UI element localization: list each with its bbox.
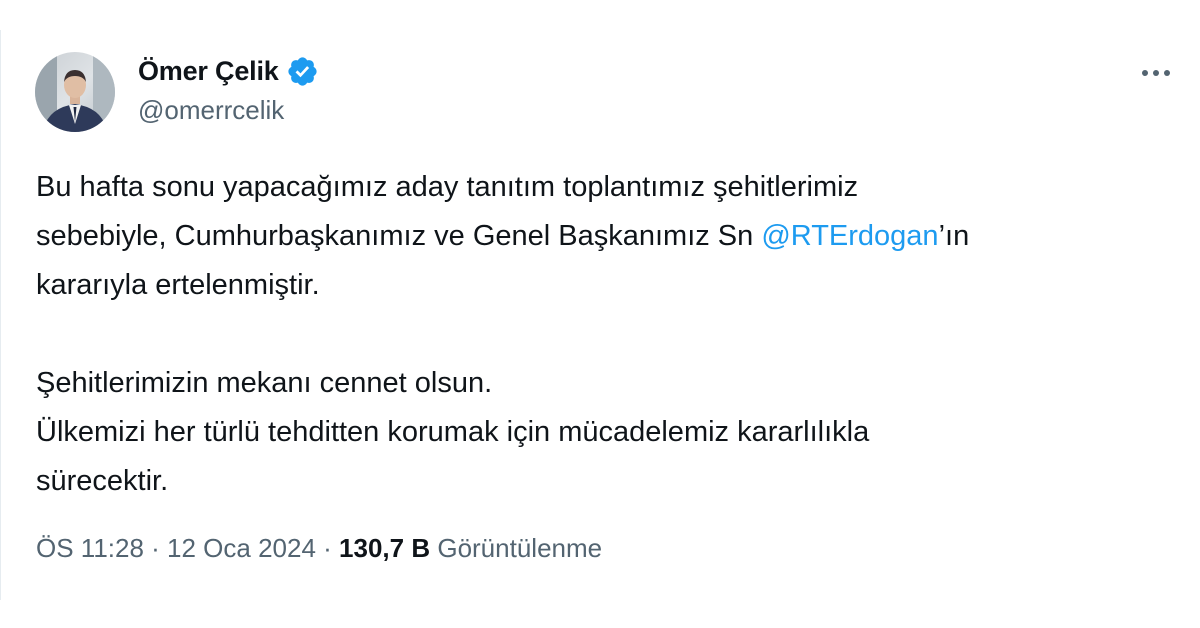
avatar-photo [35, 52, 115, 132]
tweet-meta: ÖS 11:28 · 12 Oca 2024 · 130,7 B Görüntü… [36, 533, 602, 564]
tweet-paragraph-1: Bu hafta sonu yapacağımız aday tanıtım t… [36, 163, 1166, 310]
tweet-timestamp[interactable]: ÖS 11:28 · 12 Oca 2024 [36, 533, 316, 563]
author-display-name[interactable]: Ömer Çelik [138, 56, 279, 87]
meta-separator: · [315, 533, 340, 563]
views-count: 130,7 B [339, 533, 431, 563]
views-label: Görüntülenme [437, 533, 603, 563]
author-handle[interactable]: @omerrcelik [138, 95, 284, 126]
avatar[interactable] [35, 52, 115, 132]
tweet-text: Bu hafta sonu yapacağımız aday tanıtım t… [36, 163, 1166, 506]
left-border [0, 30, 1, 600]
tweet-text-part: Bu hafta sonu yapacağımız aday tanıtım t… [36, 171, 859, 252]
tweet-paragraph-2: Şehitlerimizin mekanı cennet olsun. Ülke… [36, 367, 870, 497]
more-options-icon[interactable] [1136, 58, 1176, 88]
author-name-row: Ömer Çelik [138, 52, 319, 90]
mention-link[interactable]: @RTErdogan [761, 220, 938, 252]
verified-badge-icon[interactable] [286, 55, 319, 88]
